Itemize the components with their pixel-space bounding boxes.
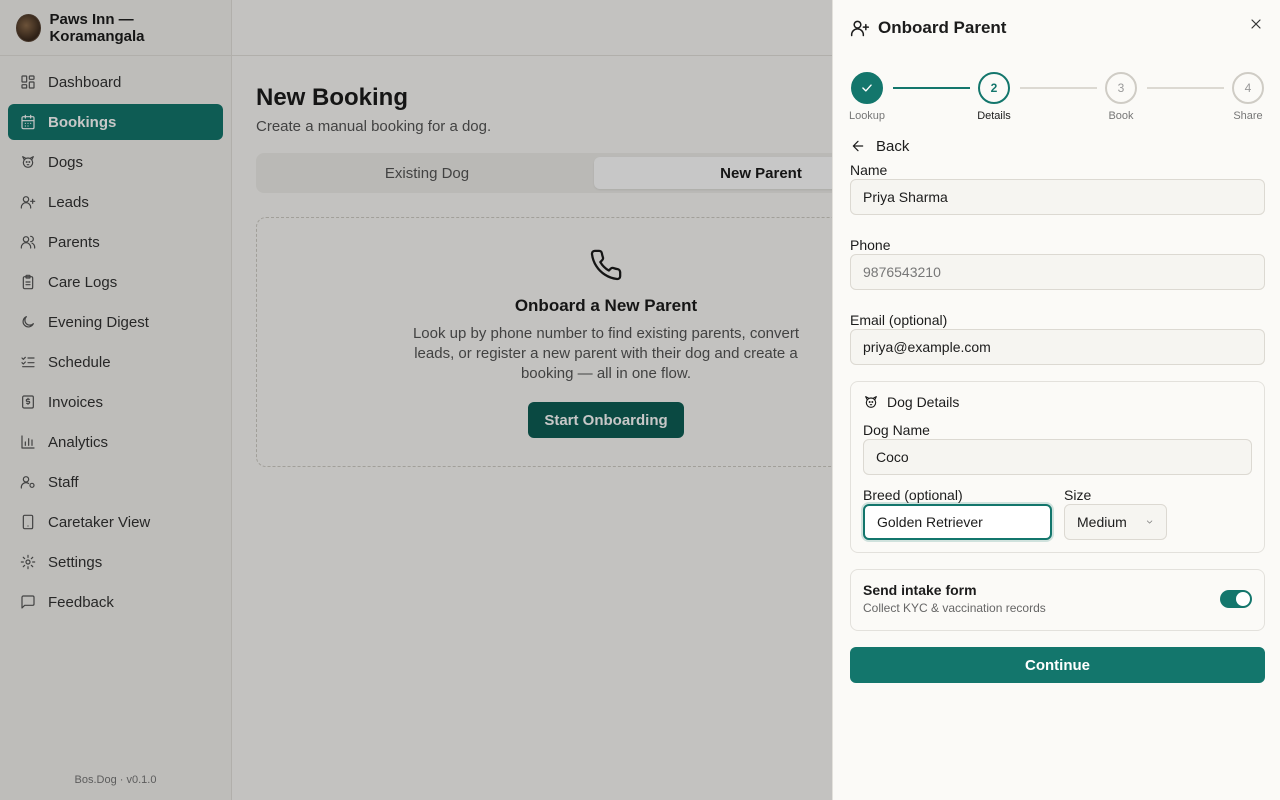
step-number: 4 xyxy=(1232,72,1264,104)
intake-form-section: Send intake form Collect KYC & vaccinati… xyxy=(850,569,1265,631)
user-plus-icon xyxy=(850,20,870,37)
step-share: 4 Share xyxy=(1218,72,1278,122)
step-label: Lookup xyxy=(848,110,886,122)
step-details: 2 Details xyxy=(964,72,1024,122)
back-label: Back xyxy=(876,137,910,155)
dog-details-heading: Dog Details xyxy=(863,394,1252,410)
email-label: Email (optional) xyxy=(850,312,948,328)
step-book: 3 Book xyxy=(1091,72,1151,122)
step-number: 3 xyxy=(1105,72,1137,104)
sheet-title: Onboard Parent xyxy=(878,18,1007,37)
breed-input[interactable] xyxy=(863,504,1052,540)
step-lookup: Lookup xyxy=(837,72,897,122)
check-icon xyxy=(851,72,883,104)
toggle-knob xyxy=(1236,592,1250,606)
intake-toggle[interactable] xyxy=(1220,590,1252,608)
step-connector xyxy=(893,87,970,89)
step-connector xyxy=(1020,87,1097,89)
step-connector xyxy=(1147,87,1224,89)
intake-title: Send intake form xyxy=(863,582,977,598)
name-input[interactable] xyxy=(850,179,1265,215)
email-input[interactable] xyxy=(850,329,1265,365)
continue-button[interactable]: Continue xyxy=(850,647,1265,683)
dog-name-input[interactable] xyxy=(863,439,1252,475)
breed-label: Breed (optional) xyxy=(863,487,963,503)
size-select[interactable]: Medium xyxy=(1064,504,1167,540)
close-icon[interactable] xyxy=(1248,16,1264,32)
chevron-down-icon xyxy=(1146,520,1153,524)
intake-description: Collect KYC & vaccination records xyxy=(863,601,1046,615)
step-label: Details xyxy=(977,110,1011,122)
phone-label: Phone xyxy=(850,237,891,253)
dog-icon xyxy=(865,396,877,408)
phone-input[interactable] xyxy=(850,254,1265,290)
dog-details-title: Dog Details xyxy=(887,394,960,410)
arrow-left-icon xyxy=(852,140,864,152)
dog-name-label: Dog Name xyxy=(863,422,930,438)
sheet-header: Onboard Parent xyxy=(850,0,1264,56)
step-number: 2 xyxy=(978,72,1010,104)
dog-details-section: Dog Details Dog Name Breed (optional) Si… xyxy=(850,381,1265,553)
size-label: Size xyxy=(1064,487,1092,503)
name-label: Name xyxy=(850,162,888,178)
back-button[interactable]: Back xyxy=(850,132,1264,160)
onboard-parent-sheet: Onboard Parent Lookup 2 Details 3 Book 4… xyxy=(832,0,1280,800)
size-value: Medium xyxy=(1077,514,1127,530)
step-label: Share xyxy=(1233,110,1263,122)
step-label: Book xyxy=(1108,110,1134,122)
stepper: Lookup 2 Details 3 Book 4 Share xyxy=(849,56,1264,122)
